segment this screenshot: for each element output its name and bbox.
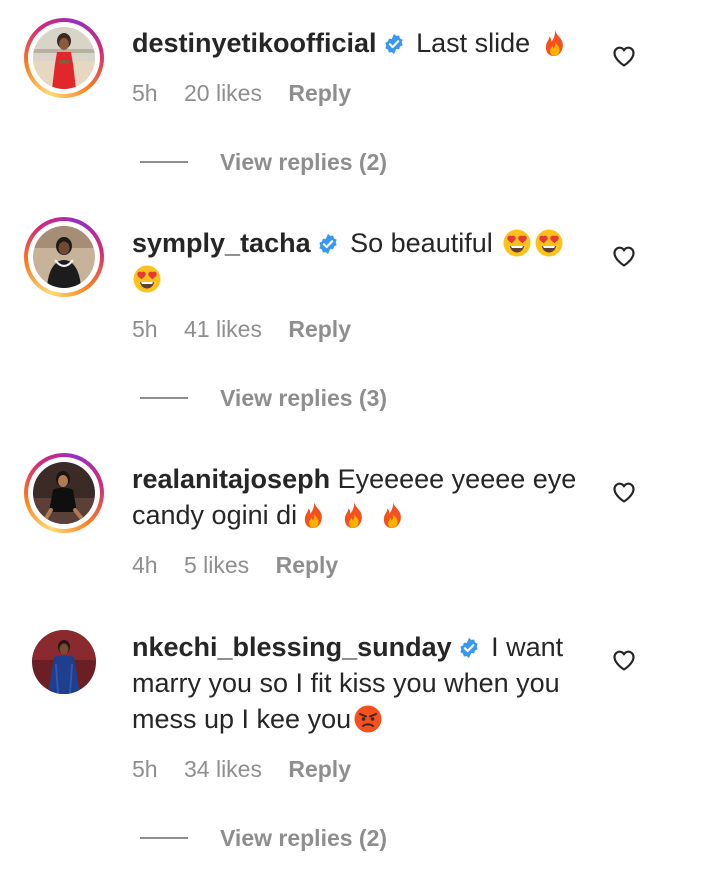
heart-eyes-emoji-icon bbox=[534, 228, 564, 258]
comment-time: 4h bbox=[132, 552, 158, 578]
comment-meta: 5h 41 likes Reply bbox=[132, 314, 371, 344]
like-heart-icon[interactable] bbox=[610, 478, 638, 506]
comment-time: 5h bbox=[132, 80, 158, 106]
heart-eyes-emoji-icon bbox=[132, 264, 162, 294]
comment-meta: 5h 34 likes Reply bbox=[132, 754, 371, 784]
comment-username[interactable]: realanitajoseph bbox=[132, 464, 330, 494]
angry-face-emoji-icon bbox=[353, 704, 383, 734]
replies-divider-line bbox=[140, 397, 188, 399]
reply-button[interactable]: Reply bbox=[288, 80, 351, 106]
view-replies-label[interactable]: View replies (2) bbox=[220, 823, 387, 853]
fire-emoji-icon bbox=[339, 500, 369, 530]
replies-divider-line bbox=[140, 161, 188, 163]
avatar[interactable] bbox=[24, 453, 104, 533]
fire-emoji-icon bbox=[378, 500, 408, 530]
comment-time: 5h bbox=[132, 756, 158, 782]
comment-time: 5h bbox=[132, 316, 158, 342]
like-heart-icon[interactable] bbox=[610, 646, 638, 674]
verified-badge-icon bbox=[458, 637, 480, 659]
heart-eyes-emoji-icon bbox=[502, 228, 532, 258]
verified-badge-icon bbox=[383, 33, 405, 55]
comment-likes[interactable]: 41 likes bbox=[184, 316, 262, 342]
like-heart-icon[interactable] bbox=[610, 242, 638, 270]
like-heart-icon[interactable] bbox=[610, 42, 638, 70]
comment-likes[interactable]: 20 likes bbox=[184, 80, 262, 106]
reply-button[interactable]: Reply bbox=[288, 316, 351, 342]
comment-username[interactable]: nkechi_blessing_sunday bbox=[132, 632, 452, 662]
comment-text-block: symply_tacha So beautiful bbox=[132, 225, 592, 297]
comment-text-block: realanitajoseph Eyeeeee yeeee eye candy … bbox=[132, 461, 592, 533]
comment-username[interactable]: symply_tacha bbox=[132, 228, 311, 258]
reply-button[interactable]: Reply bbox=[288, 756, 351, 782]
avatar[interactable] bbox=[24, 18, 104, 98]
verified-badge-icon bbox=[317, 233, 339, 255]
comment-meta: 4h 5 likes Reply bbox=[132, 550, 358, 580]
comment-likes[interactable]: 5 likes bbox=[184, 552, 249, 578]
comment-body: So beautiful bbox=[350, 228, 493, 258]
avatar[interactable] bbox=[24, 217, 104, 297]
avatar[interactable] bbox=[32, 630, 96, 694]
comment-body: Last slide bbox=[416, 28, 531, 58]
view-replies-label[interactable]: View replies (3) bbox=[220, 383, 387, 413]
replies-divider-line bbox=[140, 837, 188, 839]
fire-emoji-icon bbox=[299, 500, 329, 530]
reply-button[interactable]: Reply bbox=[276, 552, 339, 578]
comment-text-block: destinyetikoofficial Last slide bbox=[132, 25, 592, 61]
fire-emoji-icon bbox=[540, 28, 570, 58]
comment-meta: 5h 20 likes Reply bbox=[132, 78, 371, 108]
view-replies-label[interactable]: View replies (2) bbox=[220, 147, 387, 177]
comment-text-block: nkechi_blessing_sunday I want marry you … bbox=[132, 629, 592, 737]
comment-likes[interactable]: 34 likes bbox=[184, 756, 262, 782]
comment-username[interactable]: destinyetikoofficial bbox=[132, 28, 377, 58]
